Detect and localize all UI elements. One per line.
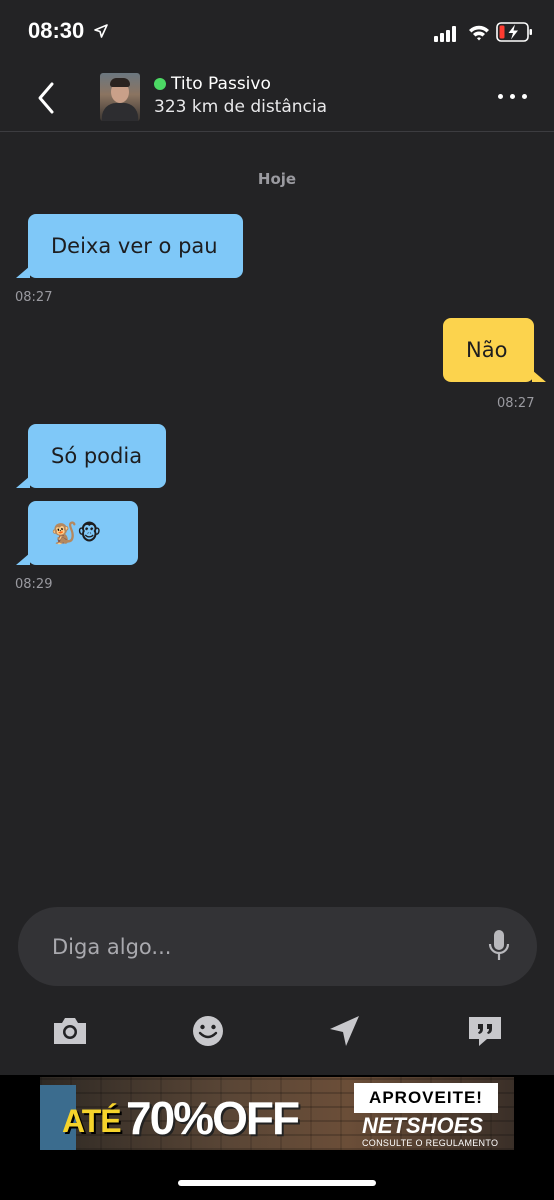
message-emoji: 🐒🐵 [51, 520, 102, 545]
microphone-icon[interactable] [488, 929, 510, 963]
back-button[interactable] [30, 78, 66, 118]
camera-icon[interactable] [50, 1013, 90, 1049]
contact-distance: 323 km de distância [154, 97, 328, 117]
message-outgoing[interactable]: Não [443, 318, 546, 382]
location-icon[interactable] [325, 1013, 365, 1049]
date-divider: Hoje [257, 170, 297, 188]
battery-charging-icon [496, 22, 532, 42]
message-bubble[interactable]: 🐒🐵 [16, 501, 138, 565]
contact-avatar[interactable] [100, 73, 140, 121]
message-bubble[interactable]: Não [443, 318, 546, 382]
message-text: Não [466, 338, 508, 362]
online-status-dot [154, 78, 166, 90]
message-composer [18, 907, 537, 986]
message-timestamp: 08:29 [15, 577, 53, 592]
message-bubble[interactable]: Só podia [16, 424, 166, 488]
message-incoming[interactable]: 🐒🐵 [16, 501, 138, 565]
chevron-left-icon [38, 82, 54, 114]
ad-image[interactable]: ATÉ 70%OFF APROVEITE! NETSHOES CONSULTE … [40, 1077, 514, 1150]
message-incoming[interactable]: Só podia [16, 424, 166, 488]
contact-name[interactable]: Tito Passivo [171, 74, 271, 94]
message-input[interactable] [52, 927, 472, 967]
ad-headline: 70%OFF [126, 1092, 300, 1144]
message-text: Deixa ver o pau [51, 234, 218, 258]
chat-header: Tito Passivo 323 km de distância [0, 62, 554, 132]
message-bubble[interactable]: Deixa ver o pau [16, 214, 243, 278]
message-timestamp: 08:27 [15, 290, 53, 305]
emoji-icon[interactable] [188, 1013, 228, 1049]
status-bar: 08:30 [0, 0, 554, 62]
cellular-signal-icon [434, 26, 456, 42]
ad-prefix: ATÉ [62, 1103, 122, 1139]
location-arrow-icon [94, 24, 108, 38]
more-options-button[interactable] [496, 84, 530, 110]
ad-brand-logo: NETSHOES [362, 1113, 484, 1138]
wifi-icon [469, 25, 489, 41]
ad-disclaimer: CONSULTE O REGULAMENTO [362, 1138, 499, 1148]
home-indicator[interactable] [178, 1180, 376, 1186]
status-time: 08:30 [28, 18, 85, 43]
message-timestamp: 08:27 [497, 396, 535, 411]
ad-cta-button[interactable]: APROVEITE! [354, 1083, 498, 1113]
message-incoming[interactable]: Deixa ver o pau [16, 214, 243, 278]
message-text: Só podia [51, 444, 143, 468]
quote-icon[interactable] [465, 1013, 505, 1049]
